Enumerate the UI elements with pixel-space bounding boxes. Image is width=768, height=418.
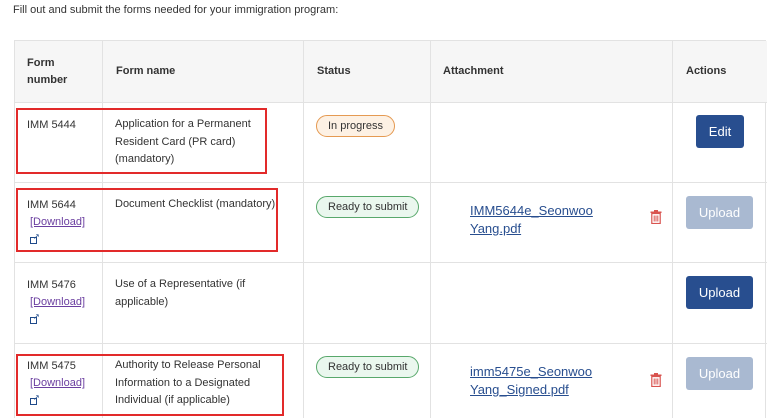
header-status: Status xyxy=(317,65,351,77)
table-row: IMM 5476 [Download] ↗ Use of a Represent… xyxy=(15,262,767,343)
highlight-box xyxy=(16,108,267,174)
header-actions: Actions xyxy=(686,65,727,77)
status-badge: Ready to submit xyxy=(316,356,420,378)
header-attachment: Attachment xyxy=(443,65,504,77)
highlight-box xyxy=(16,188,278,252)
upload-button[interactable]: Upload xyxy=(686,276,753,309)
status-badge: Ready to submit xyxy=(316,196,420,218)
trash-icon[interactable] xyxy=(650,210,662,224)
intro-text: Fill out and submit the forms needed for… xyxy=(13,4,339,16)
download-link[interactable]: [Download] xyxy=(30,294,85,311)
header-form-number: Form number xyxy=(27,57,68,86)
form-number: IMM 5476 xyxy=(27,279,76,291)
upload-button[interactable]: Upload xyxy=(686,196,753,229)
attachment-link[interactable]: imm5475e_Seonwoo Yang_Signed.pdf xyxy=(470,363,620,399)
form-name: Use of a Representative (if applicable) xyxy=(115,278,246,308)
header-form-name: Form name xyxy=(116,65,176,77)
upload-button[interactable]: Upload xyxy=(686,357,753,390)
trash-icon[interactable] xyxy=(650,373,662,387)
attachment-link[interactable]: IMM5644e_Seonwoo Yang.pdf xyxy=(470,202,620,238)
edit-button[interactable]: Edit xyxy=(696,115,744,148)
external-link-icon[interactable]: ↗ xyxy=(30,313,40,324)
highlight-box xyxy=(16,354,284,416)
status-badge: In progress xyxy=(316,115,396,137)
table-header: Form number Form name Status Attachment … xyxy=(15,41,767,102)
